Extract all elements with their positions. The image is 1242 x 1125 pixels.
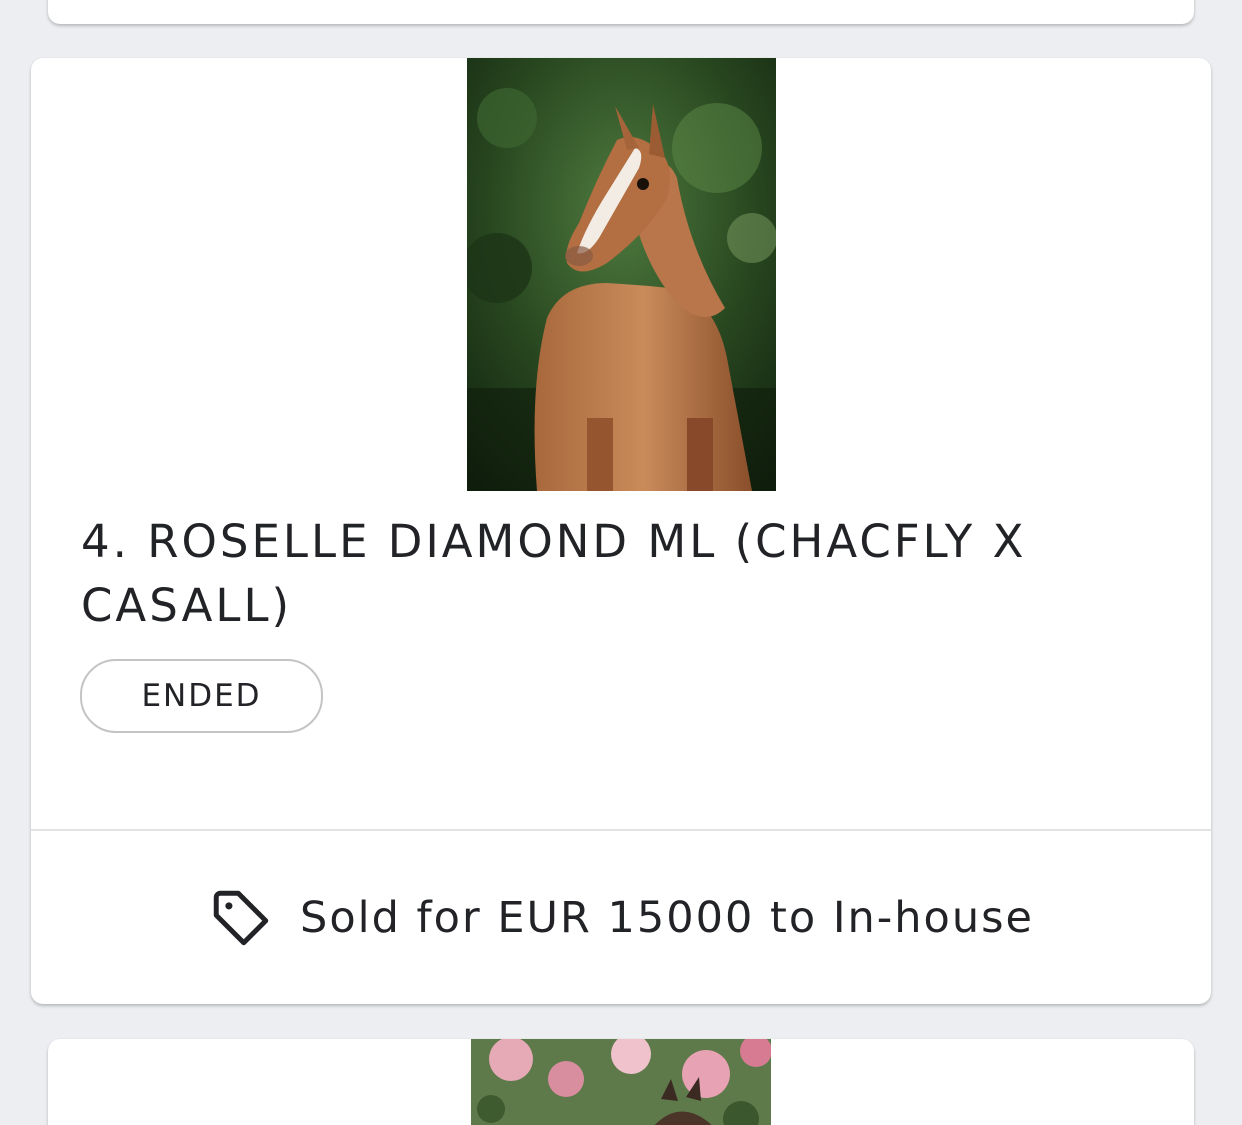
next-lot-card[interactable] bbox=[48, 1039, 1194, 1125]
horse-image bbox=[467, 58, 776, 491]
lot-title[interactable]: 4. ROSELLE DIAMOND ML (CHACFLY X CASALL) bbox=[81, 510, 1171, 638]
previous-lot-card[interactable] bbox=[48, 0, 1194, 24]
status-label: ENDED bbox=[141, 678, 262, 714]
tag-icon bbox=[213, 890, 269, 945]
next-horse-image bbox=[471, 1039, 771, 1125]
lot-card[interactable]: 4. ROSELLE DIAMOND ML (CHACFLY X CASALL)… bbox=[31, 58, 1211, 1004]
auction-lot-list: 4. ROSELLE DIAMOND ML (CHACFLY X CASALL)… bbox=[0, 0, 1242, 1125]
horse-photo[interactable] bbox=[467, 58, 776, 491]
next-horse-photo[interactable] bbox=[471, 1039, 771, 1125]
sold-summary: Sold for EUR 15000 to In-house bbox=[31, 831, 1211, 1004]
sold-text: Sold for EUR 15000 to In-house bbox=[300, 892, 1034, 943]
status-badge: ENDED bbox=[80, 659, 323, 733]
